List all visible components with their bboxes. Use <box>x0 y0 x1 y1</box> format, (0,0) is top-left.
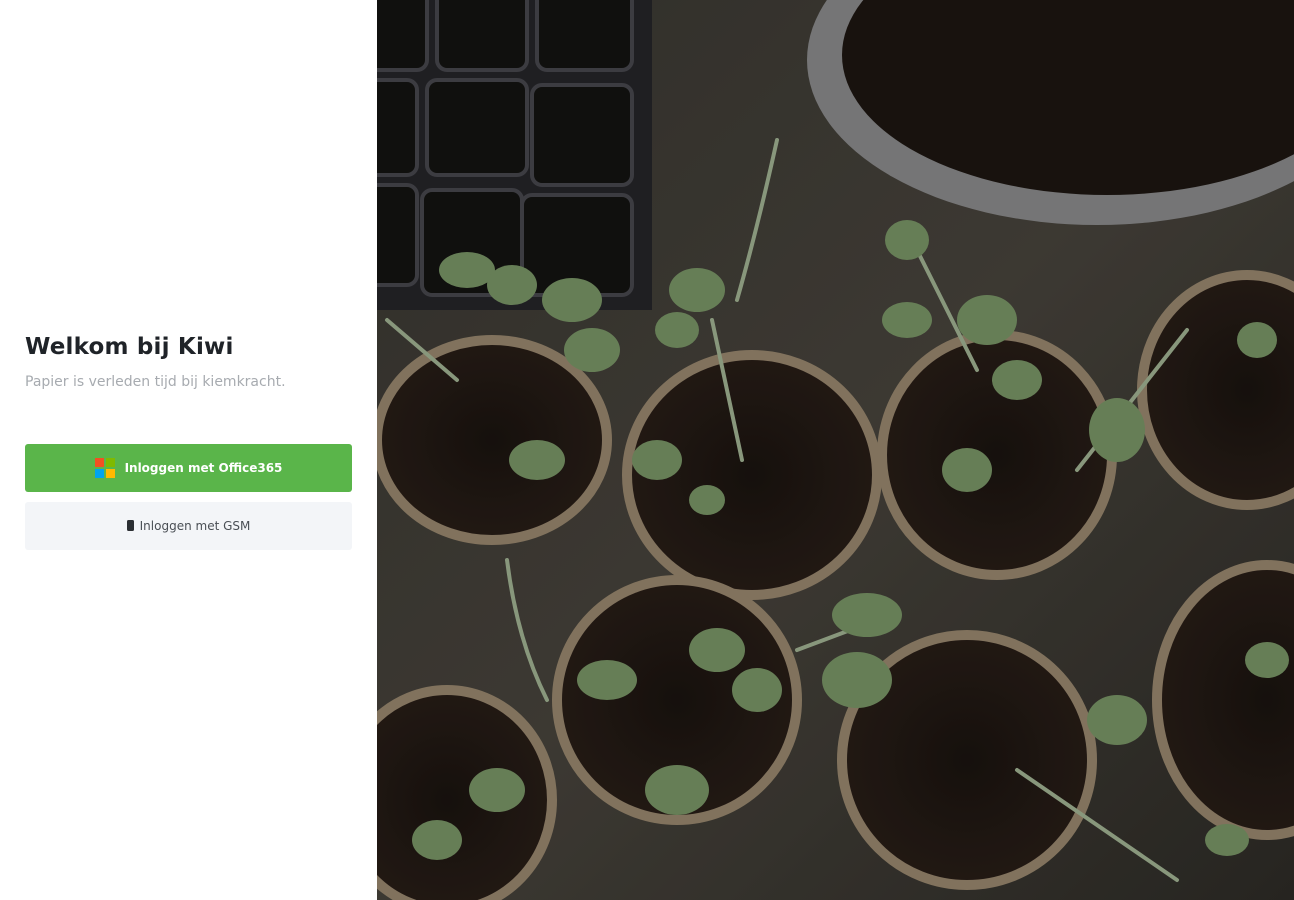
login-panel: Welkom bij Kiwi Papier is verleden tijd … <box>0 0 377 900</box>
background-photo-seedlings <box>377 0 1294 900</box>
login-page: Welkom bij Kiwi Papier is verleden tijd … <box>0 0 1294 900</box>
gsm-login-label: Inloggen met GSM <box>139 519 251 533</box>
gsm-login-button[interactable]: Inloggen met GSM <box>25 502 352 550</box>
welcome-title: Welkom bij Kiwi <box>25 334 234 360</box>
office365-login-button[interactable]: Inloggen met Office365 <box>25 444 352 492</box>
office365-login-label: Inloggen met Office365 <box>124 461 283 475</box>
office365-icon <box>94 458 115 478</box>
login-form: Welkom bij Kiwi Papier is verleden tijd … <box>25 332 352 550</box>
welcome-subtitle: Papier is verleden tijd bij kiemkracht. <box>25 374 286 390</box>
mobile-phone-icon <box>126 519 134 531</box>
